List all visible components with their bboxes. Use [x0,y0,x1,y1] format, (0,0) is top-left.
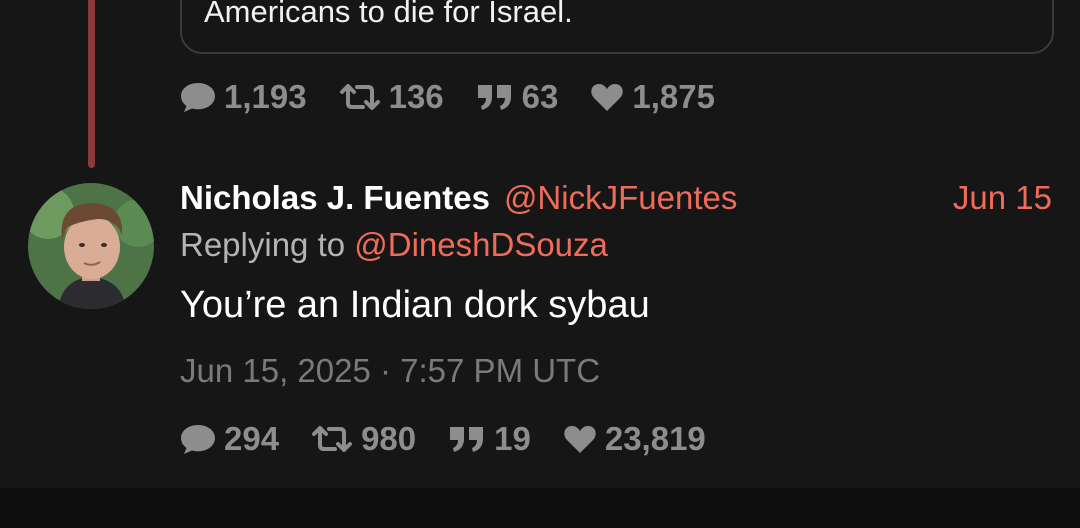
quote-count-stat[interactable]: 19 [448,420,531,458]
reply-count: 1,193 [224,78,307,115]
comment-icon [181,425,215,454]
quote-count: 19 [494,420,531,457]
author-handle[interactable]: @NickJFuentes [504,179,737,217]
like-count: 23,819 [604,420,706,457]
reply-count: 294 [224,420,280,457]
retweet-count-stat[interactable]: 980 [311,420,416,458]
replying-to-label: Replying to [180,226,355,263]
like-count: 1,875 [632,78,715,115]
tweet-timestamp[interactable]: Jun 15, 2025 · 7:57 PM UTC [180,352,600,390]
heart-icon [591,84,624,111]
like-count-stat[interactable]: 23,819 [563,420,706,458]
quoted-tweet-card[interactable]: Americans to die for Israel. [180,0,1054,54]
quote-count-stat[interactable]: 63 [476,78,559,116]
quote-icon [477,85,511,110]
reply-count-stat[interactable]: 294 [180,420,279,458]
thread-line [88,0,95,168]
avatar[interactable] [28,183,154,309]
retweet-icon [339,84,380,110]
quote-count: 63 [521,78,559,115]
retweet-count-stat[interactable]: 136 [339,78,444,116]
quoted-tweet-text: Americans to die for Israel. [204,0,573,29]
quote-icon [450,427,484,452]
like-count-stat[interactable]: 1,875 [590,78,715,116]
comment-icon [181,83,215,112]
tweet-date-link[interactable]: Jun 15 [953,179,1052,217]
next-item-divider [0,488,1080,528]
retweet-count: 980 [361,420,417,457]
replying-to: Replying to @DineshDSouza [180,226,608,264]
heart-icon [564,426,596,453]
tweet-stats: 294 980 19 23,819 [180,419,738,459]
retweet-count: 136 [388,78,444,115]
author-name[interactable]: Nicholas J. Fuentes [180,179,490,217]
retweet-icon [312,426,353,452]
replying-to-handle[interactable]: @DineshDSouza [354,226,608,263]
avatar-image [28,183,154,309]
reply-count-stat[interactable]: 1,193 [180,78,307,116]
tweet-header: Nicholas J. Fuentes @NickJFuentes Jun 15 [180,176,1052,220]
parent-tweet-stats: 1,193 136 63 1,875 [180,77,747,117]
tweet-text: You’re an Indian dork sybau [180,284,650,326]
